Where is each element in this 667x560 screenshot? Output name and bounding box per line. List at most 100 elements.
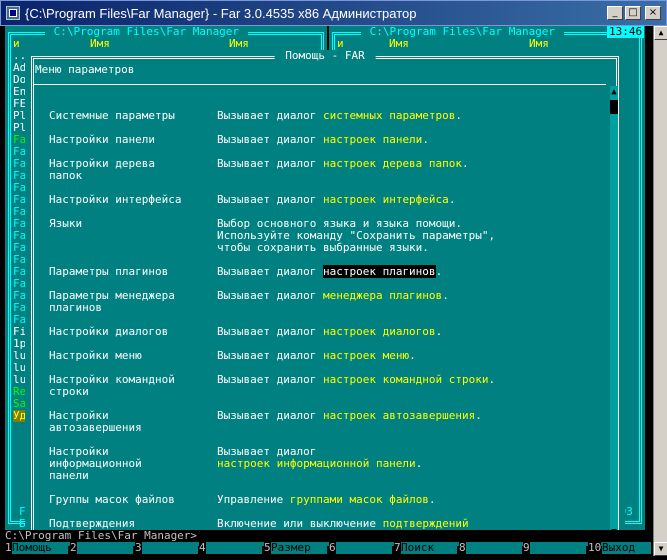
far-manager-icon[interactable] — [6, 6, 20, 20]
help-desc-suffix: . — [462, 157, 469, 170]
help-row-description: Вызывает диалог настроек дерева папок. — [217, 158, 469, 170]
fkey-1-button[interactable]: Помощь — [12, 542, 68, 554]
help-desc-text: Управление — [217, 493, 290, 506]
help-desc-suffix: . — [488, 373, 496, 386]
help-row-label: Настройки автозавершения — [49, 409, 142, 434]
help-row-label: Параметры менеджера плагинов — [49, 289, 175, 314]
fkey-4-button[interactable] — [206, 542, 262, 554]
help-row-label: Системные параметры — [49, 109, 175, 122]
help-desc-suffix: . — [475, 409, 482, 422]
help-row-label: Настройки меню — [49, 349, 142, 362]
help-desc-text: Вызывает диалог — [217, 133, 323, 146]
help-row-label: Настройки панели — [49, 133, 155, 146]
scroll-up-icon[interactable]: ▲ — [610, 86, 618, 98]
help-desc-text: Вызывает диалог — [217, 409, 323, 422]
help-desc-suffix: . — [435, 265, 443, 278]
help-link-selected[interactable]: настроек плагинов — [322, 265, 436, 278]
help-row-description: Вызывает диалог системных параметров. — [217, 110, 462, 122]
fkey-10-button[interactable]: Выход — [602, 542, 651, 554]
fkey-9-button[interactable] — [530, 542, 586, 554]
help-desc-suffix: . — [422, 133, 429, 146]
help-desc-text: Вызывает диалог — [217, 265, 323, 278]
fkey-3-button[interactable] — [142, 542, 198, 554]
help-desc-suffix: . — [435, 325, 443, 338]
help-desc-suffix: . — [415, 457, 423, 470]
fkey-number: 3 — [135, 541, 142, 554]
console-area[interactable]: C:\Program Files\Far Manager и Имя Имя .… — [5, 26, 653, 556]
help-link[interactable]: настроек информационной панели — [217, 457, 416, 470]
help-desc-text: Вызывает диалог — [217, 109, 323, 122]
help-link[interactable]: настроек автозавершения — [323, 409, 475, 422]
help-row-description: Выбор основного языка и языка помощи. Ис… — [217, 218, 495, 254]
help-scroll-thumb[interactable] — [610, 100, 618, 114]
help-link[interactable]: настроек меню — [323, 349, 409, 362]
help-desc-suffix: . — [455, 109, 463, 122]
right-header-name: Имя — [389, 37, 409, 50]
function-key-bar[interactable]: 1 Помощь 2 3 4 5 Размер 6 7 Поиск 8 9 10 Выход — [5, 542, 653, 554]
help-link[interactable]: группами масок файлов — [290, 493, 429, 506]
help-row-description: Вызывает диалог настроек диалогов. — [217, 326, 442, 338]
help-row-label: Настройки командной строки — [49, 373, 175, 398]
help-link[interactable]: настроек диалогов — [323, 325, 436, 338]
help-desc-text: Вызывает диалог — [217, 193, 323, 206]
fkey-number: 4 — [199, 541, 206, 554]
help-row-description: Вызывает диалог настроек информационной … — [217, 446, 422, 470]
help-row-description: Вызывает диалог настроек интерфейса. — [217, 194, 455, 206]
fkey-7-button[interactable]: Поиск — [401, 542, 457, 554]
fkey-8-button[interactable] — [466, 542, 522, 554]
help-row-description: Вызывает диалог настроек панели. — [217, 134, 429, 146]
help-row-label: Параметры плагинов — [49, 265, 169, 278]
clock: 13:46 — [607, 26, 645, 38]
scroll-up-arrow-icon[interactable]: ▲ — [654, 26, 667, 40]
help-row-description: Вызывает диалог настроек автозавершения. — [217, 410, 482, 422]
help-row-label: Настройки информационной панели — [49, 445, 142, 482]
help-row-description: Вызывает диалог настроек меню. — [217, 350, 416, 362]
help-desc-text: Вызывает диалог — [217, 325, 323, 338]
help-row-label: Настройки дерева папок — [49, 157, 155, 182]
help-link[interactable]: подтверждений — [383, 517, 469, 530]
help-topic-separator — [34, 84, 606, 85]
help-desc-suffix: . — [428, 493, 436, 506]
window-title: {C:\Program Files\Far Manager} - Far 3.0… — [25, 6, 417, 21]
fkey-number: 8 — [459, 541, 466, 554]
fkey-2-button[interactable] — [77, 542, 133, 554]
help-link[interactable]: настроек панели — [323, 133, 422, 146]
fkey-5-button[interactable]: Размер — [271, 542, 327, 554]
help-row-label: Языки — [49, 217, 83, 230]
maximize-button[interactable]: □ — [625, 6, 641, 20]
help-link[interactable]: настроек дерева папок — [323, 157, 462, 170]
left-header-name2: Имя — [229, 37, 249, 50]
help-desc-text: Вызывает диалог — [217, 373, 323, 386]
title-bar[interactable]: {C:\Program Files\Far Manager} - Far 3.0… — [0, 0, 667, 26]
fkey-number: 9 — [523, 541, 530, 554]
right-header-name2: Имя — [529, 37, 549, 50]
help-row-description: Вызывает диалог настроек командной строк… — [217, 374, 495, 386]
help-desc-text: Вызывает диалог — [217, 349, 323, 362]
window-scrollbar[interactable]: ▲ ▼ — [653, 26, 667, 556]
help-row-label: Группы масок файлов — [49, 493, 175, 506]
fkey-number: 5 — [264, 541, 271, 554]
help-desc-text: Вызывает диалог — [217, 157, 323, 170]
close-button[interactable]: × — [645, 6, 661, 20]
minimize-button[interactable]: _ — [607, 6, 623, 20]
fkey-number: 6 — [329, 541, 336, 554]
help-dialog[interactable]: Помощь - FAR Меню параметров Системные п… — [25, 50, 625, 546]
fkey-6-button[interactable] — [336, 542, 392, 554]
fkey-number: 2 — [70, 541, 77, 554]
left-panel-path[interactable]: C:\Program Files\Far Manager — [45, 26, 248, 38]
left-header-col1: и — [13, 37, 20, 50]
help-row-label: Настройки диалогов — [49, 325, 169, 338]
help-link[interactable]: системных параметров — [323, 109, 455, 122]
scroll-down-arrow-icon[interactable]: ▼ — [654, 542, 667, 556]
help-link[interactable]: настроек интерфейса — [323, 193, 449, 206]
left-header-name: Имя — [90, 37, 110, 50]
help-desc-text: Выбор основного языка и языка помощи. Ис… — [217, 217, 496, 254]
fkey-number: 10 — [588, 541, 602, 554]
help-row-description: Вызывает диалог настроек плагинов. — [217, 265, 443, 278]
help-desc-suffix: . — [448, 193, 456, 206]
help-link[interactable]: настроек командной строки — [323, 373, 489, 386]
help-link[interactable]: менеджера плагинов — [323, 289, 442, 302]
help-scrollbar[interactable]: ▲ ▼ — [610, 86, 618, 538]
help-desc-suffix: . — [442, 289, 449, 302]
help-row-label: Настройки интерфейса — [49, 193, 182, 206]
